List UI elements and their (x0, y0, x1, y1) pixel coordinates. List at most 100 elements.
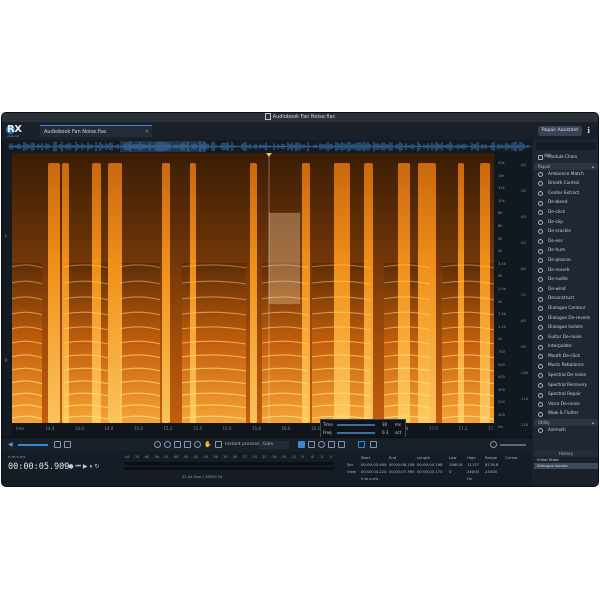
time-res-slider[interactable] (337, 424, 375, 426)
module-item[interactable]: De-hum (534, 246, 598, 256)
brush-tool-icon[interactable] (328, 441, 335, 448)
history-item-selected[interactable]: Dialogue Isolate (534, 463, 598, 469)
module-icon (538, 239, 543, 245)
module-icon (538, 428, 543, 434)
module-item[interactable]: Spectral Repair (534, 390, 598, 400)
module-label: Spectral Repair (548, 392, 581, 398)
module-item[interactable]: Dialogue Isolate (534, 323, 598, 333)
zoom-in-icon[interactable] (154, 441, 161, 448)
gain-dropdown[interactable]: Gain (259, 441, 289, 449)
freq-tick-label: 1.2k (498, 324, 506, 329)
instant-process-checkbox[interactable] (215, 441, 222, 448)
selection-row-label: View (347, 469, 357, 474)
module-item[interactable]: Center Extract (534, 189, 598, 199)
module-item[interactable]: Dialogue Contour (534, 304, 598, 314)
db-tick-label: -20 (520, 163, 526, 167)
repair-section-header[interactable]: Repair ▴ (534, 162, 598, 170)
rx-logo: RX advanced (6, 124, 30, 139)
time-select-tool-icon[interactable] (298, 441, 305, 448)
horizontal-zoom-slider[interactable] (500, 444, 526, 446)
db-tick-label: -110 (520, 397, 529, 401)
selection-cell: 11137 (467, 462, 480, 467)
tab-close-icon[interactable]: × (145, 126, 149, 138)
module-item[interactable]: De-clip (534, 218, 598, 228)
meter-scale-label: -Inf (124, 455, 130, 459)
timecode-format[interactable]: h:m:s.ms (8, 454, 26, 459)
time-tick-label: 15.0 (134, 426, 143, 431)
module-item[interactable]: Interpolate (534, 342, 598, 352)
module-item[interactable]: Ambience Match (534, 170, 598, 180)
hand-icon[interactable]: ✋ (204, 441, 211, 448)
utility-section-header[interactable]: Utility ▴ (534, 419, 598, 427)
module-chain-item[interactable]: Module Chain (534, 153, 598, 163)
record-icon[interactable]: ● (68, 463, 73, 470)
module-item[interactable]: De-rustle (534, 275, 598, 285)
rect-select-tool-icon[interactable] (308, 441, 315, 448)
module-item[interactable]: De-ess (534, 237, 598, 247)
repair-assistant-button[interactable]: Repair Assistant (538, 126, 582, 136)
module-item[interactable]: De-wind (534, 285, 598, 295)
time-res-value[interactable]: 30 (382, 422, 387, 427)
play-icon[interactable]: ▶ (83, 463, 88, 470)
waveform-view-icon[interactable] (370, 441, 377, 448)
module-item[interactable]: De-reverb (534, 266, 598, 276)
zoom-selection-icon[interactable] (174, 441, 181, 448)
db-tick-label: -100 (520, 371, 529, 375)
module-item[interactable]: Deconstruct (534, 294, 598, 304)
module-chain-label: Module Chain (548, 155, 578, 160)
module-label: Mouth De-click (548, 353, 580, 359)
grid-icon[interactable] (64, 441, 71, 448)
zoom-fit-icon[interactable] (184, 441, 191, 448)
module-filter[interactable]: All (536, 142, 596, 159)
module-item[interactable]: Wow & Flutter (534, 409, 598, 419)
module-item[interactable]: Spectral Recovery (534, 381, 598, 391)
module-item[interactable]: Spectral De-noise (534, 371, 598, 381)
snapshot-icon[interactable] (54, 441, 61, 448)
freq-res-slider[interactable] (337, 432, 375, 434)
module-item[interactable]: De-click (534, 208, 598, 218)
module-item[interactable]: Breath Control (534, 179, 598, 189)
module-item[interactable]: De-plosive (534, 256, 598, 266)
module-item[interactable]: Mouth De-click (534, 352, 598, 362)
file-tab[interactable]: Audiobook Fan Noise.flac × (40, 125, 152, 137)
module-item[interactable]: Guitar De-noise (534, 333, 598, 343)
module-icon (538, 229, 543, 235)
instant-process-label: Instant process (225, 442, 260, 447)
selection-cell: 00:00:04.220 (361, 469, 387, 474)
tab-label: Audiobook Fan Noise.flac (44, 129, 107, 135)
module-item[interactable]: Music Rebalance (534, 361, 598, 371)
freq-res-label: Freq (323, 430, 332, 435)
module-label: Guitar De-noise (548, 334, 582, 340)
zoom-time-icon[interactable] (194, 441, 201, 448)
status-bar: h:m:s.ms 00:00:05.909 ∩ ● ⏮ ▶ ⏸ ↻ -Inf -7… (2, 451, 532, 486)
meter-scale-label: -15 (280, 455, 287, 459)
zoom-out-icon[interactable] (164, 441, 171, 448)
spectrogram-view-icon[interactable] (358, 441, 365, 448)
module-chain-icon (538, 155, 543, 161)
module-label: Music Rebalance (548, 363, 584, 369)
headphones-icon[interactable]: ∩ (62, 463, 66, 470)
module-item[interactable]: De-crackle (534, 227, 598, 237)
magic-wand-icon[interactable] (338, 441, 345, 448)
module-item[interactable]: De-bleed (534, 198, 598, 208)
volume-slider[interactable] (18, 444, 48, 446)
spectrogram[interactable] (12, 153, 494, 423)
loop-icon[interactable]: ↻ (94, 463, 99, 470)
freq-res-value[interactable]: 0.3 (382, 430, 388, 435)
skip-back-icon[interactable]: ⏮ (76, 463, 81, 470)
waveform-overview[interactable] (2, 140, 532, 154)
zoom-horizontal-icon[interactable] (490, 441, 497, 448)
module-item[interactable]: Azimuth (534, 426, 598, 436)
pause-icon[interactable]: ⏸ (89, 463, 92, 470)
time-res-label: Time (323, 422, 333, 427)
resolution-popup[interactable]: Time 30 ms Freq 0.3 oct (320, 419, 406, 439)
freq-tick-label: 10k (498, 198, 505, 203)
module-label: Center Extract (548, 190, 580, 196)
speaker-icon[interactable]: ◀ (8, 441, 15, 448)
module-item[interactable]: Voice De-noise (534, 400, 598, 410)
module-item[interactable]: Dialogue De-reverb (534, 314, 598, 324)
lasso-tool-icon[interactable] (318, 441, 325, 448)
time-tick-label: hms (16, 426, 25, 431)
time-tick-label: 16.0 (281, 426, 291, 431)
meter-scale-label: -24 (251, 455, 257, 459)
